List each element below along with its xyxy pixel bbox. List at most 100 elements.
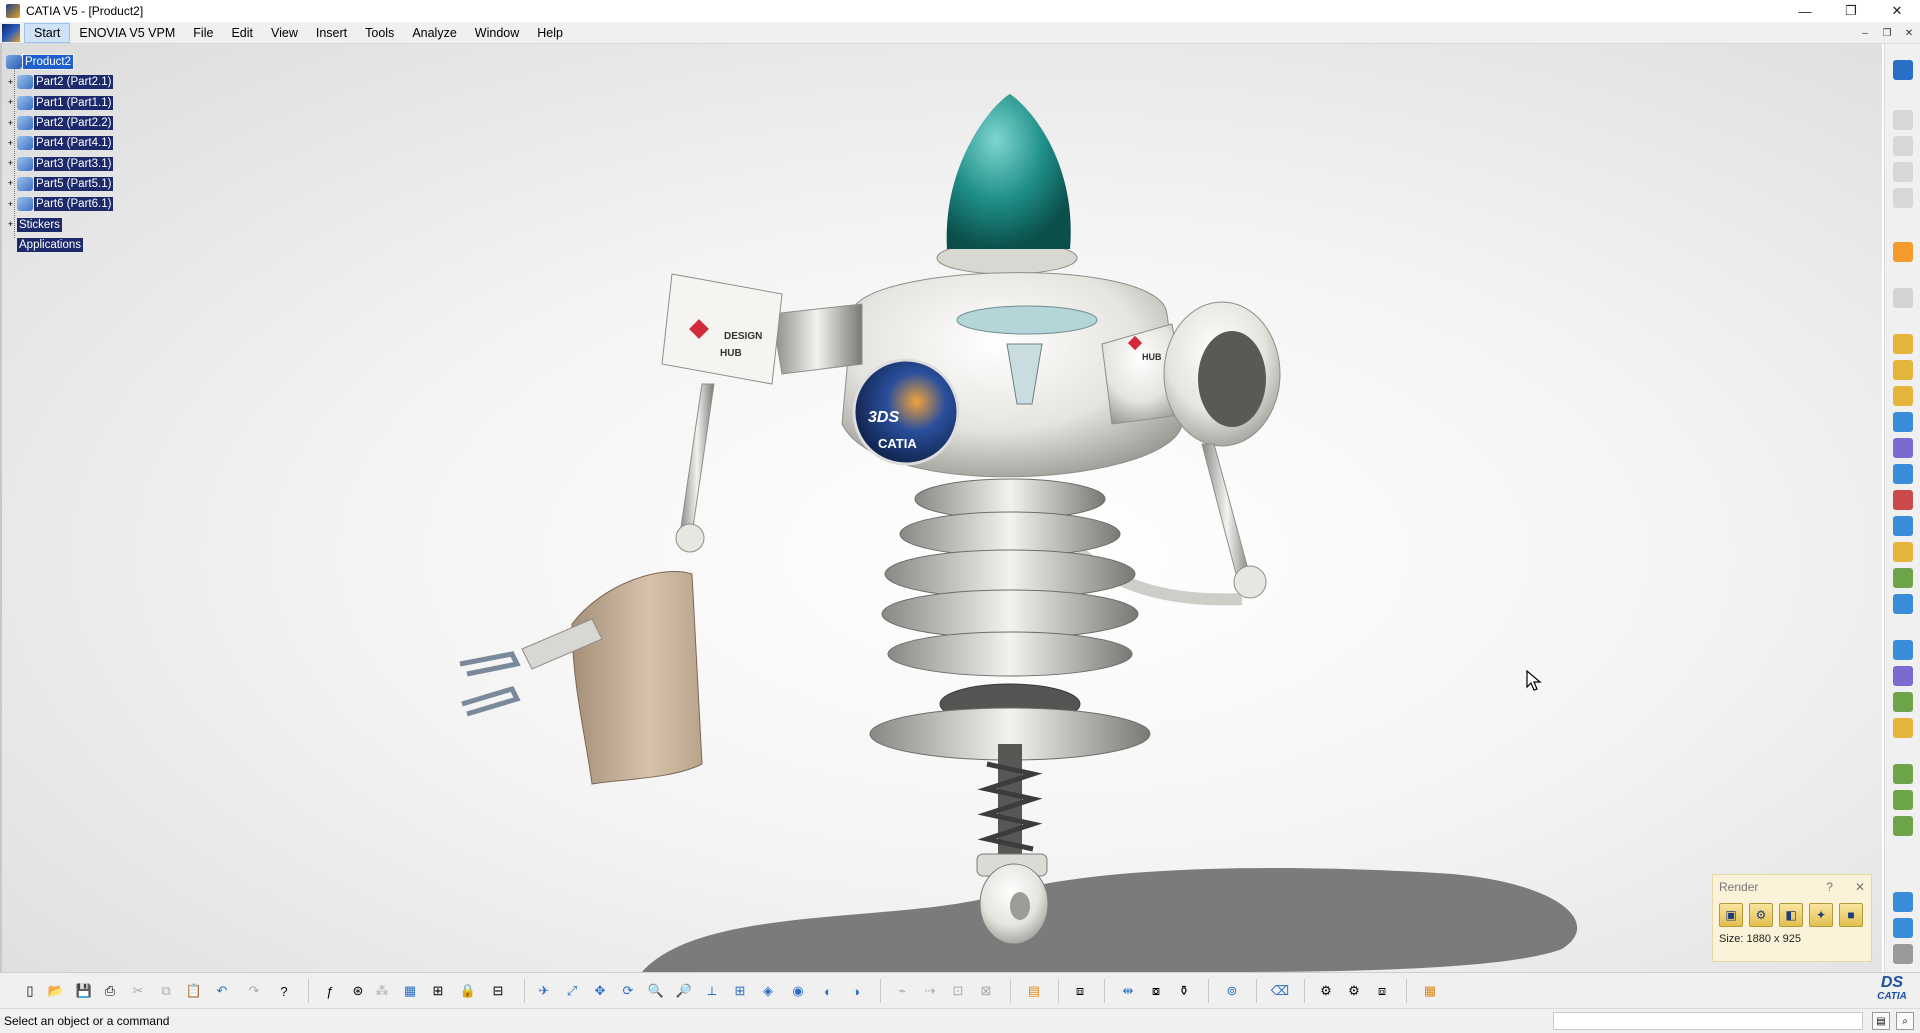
tree-applications-label[interactable]: Applications xyxy=(17,237,84,252)
space-analysis-icon[interactable] xyxy=(1893,640,1913,660)
explode-icon[interactable] xyxy=(1893,464,1913,484)
measure-icon[interactable] xyxy=(1893,594,1913,614)
tree-part-row[interactable]: + Part6 (Part6.1) xyxy=(6,194,114,214)
zoom-out-icon[interactable]: 🔎 xyxy=(674,981,694,1001)
tree-part-row[interactable]: + Part5 (Part5.1) xyxy=(6,174,114,194)
snapshot-icon[interactable]: ⊡ xyxy=(948,981,968,1001)
save-icon[interactable]: ■ xyxy=(1839,903,1863,927)
expand-icon[interactable]: + xyxy=(6,118,15,128)
snap-icon[interactable] xyxy=(1893,412,1913,432)
tree-part-label[interactable]: Part3 (Part3.1) xyxy=(34,156,114,171)
constraint-icon[interactable] xyxy=(1893,334,1913,354)
table-icon[interactable] xyxy=(1893,892,1913,912)
measure-item-icon[interactable]: ⧇ xyxy=(1146,981,1166,1001)
expand-icon[interactable]: + xyxy=(6,98,15,107)
menu-view[interactable]: View xyxy=(262,24,307,42)
arrow-icon[interactable]: ⇢ xyxy=(920,981,940,1001)
restore-button[interactable]: ❐ xyxy=(1828,0,1874,22)
render-shot-icon[interactable]: ▣ xyxy=(1719,903,1743,927)
hide-show-icon[interactable]: ◐ xyxy=(818,981,838,1001)
menu-help[interactable]: Help xyxy=(528,24,572,42)
sketch-icon[interactable]: ⌁ xyxy=(892,981,912,1001)
render-options-icon[interactable]: ⚙ xyxy=(1749,903,1773,927)
undo-icon[interactable]: ↶ xyxy=(212,981,232,1001)
cut-icon[interactable]: ✂ xyxy=(128,981,148,1001)
workbench-icon[interactable]: ⧈ xyxy=(1070,981,1090,1001)
expand-icon[interactable]: + xyxy=(6,77,15,87)
list-icon[interactable] xyxy=(1893,944,1913,964)
tree-part-row[interactable]: + Part2 (Part2.1) xyxy=(6,72,114,92)
design-table-icon[interactable]: ⊟ xyxy=(488,981,508,1001)
select-icon[interactable] xyxy=(1893,242,1913,262)
robot-3d-model[interactable]: 3DS CATIA DESIGN HUB HUB xyxy=(2,44,1882,972)
shading-icon[interactable]: ◉ xyxy=(788,981,808,1001)
paste-icon[interactable]: 📋 xyxy=(184,981,204,1001)
menu-analyze[interactable]: Analyze xyxy=(403,24,465,42)
normal-view-icon[interactable]: ⟂ xyxy=(702,981,722,1001)
tree-stickers-row[interactable]: + Stickers xyxy=(6,214,113,234)
close-button[interactable]: ✕ xyxy=(1874,0,1920,22)
menu-tools[interactable]: Tools xyxy=(356,24,403,42)
sync-icon[interactable]: ⊚ xyxy=(1222,981,1242,1001)
redo-icon[interactable]: ↷ xyxy=(244,981,264,1001)
render-panel-header[interactable]: Render ? ✕ xyxy=(1713,875,1871,899)
knowledge-icon[interactable]: ⊛ xyxy=(348,981,368,1001)
help-icon[interactable]: ? xyxy=(1826,880,1833,894)
tree-part-row[interactable]: + Part1 (Part1.1) xyxy=(6,93,114,113)
formula-icon[interactable]: ƒ xyxy=(320,981,340,1001)
eraser-icon[interactable]: ⌫ xyxy=(1270,981,1290,1001)
camera-icon[interactable] xyxy=(1893,816,1913,836)
save-icon[interactable]: 💾 xyxy=(74,981,94,1001)
environment-icon[interactable] xyxy=(1893,790,1913,810)
tree-tools-icon[interactable] xyxy=(1893,918,1913,938)
tree-part-label[interactable]: Part2 (Part2.2) xyxy=(34,116,114,131)
expand-icon[interactable]: + xyxy=(6,138,15,148)
tree-part-label[interactable]: Part6 (Part6.1) xyxy=(34,197,114,212)
catalog-icon[interactable] xyxy=(1893,568,1913,588)
product-structure-icon[interactable] xyxy=(1893,110,1913,130)
menu-file[interactable]: File xyxy=(184,24,222,42)
tree-part-row[interactable]: + Part4 (Part4.1) xyxy=(6,133,114,153)
tools-palette-icon[interactable]: ⧈ xyxy=(1372,981,1392,1001)
move-icon[interactable] xyxy=(1893,438,1913,458)
measure-between-icon[interactable]: ⇹ xyxy=(1118,981,1138,1001)
constraint-contact-icon[interactable] xyxy=(1893,386,1913,406)
clash-icon[interactable] xyxy=(1893,490,1913,510)
iso-view-icon[interactable]: ◈ xyxy=(758,981,778,1001)
sticker-icon[interactable] xyxy=(1893,718,1913,738)
render-scene-icon[interactable]: ◧ xyxy=(1779,903,1803,927)
expand-icon[interactable]: + xyxy=(6,159,15,168)
3d-viewport[interactable]: 3DS CATIA DESIGN HUB HUB Product2 + Part… xyxy=(0,44,1882,972)
expand-icon[interactable]: + xyxy=(6,199,15,209)
gears-icon[interactable] xyxy=(1893,60,1913,80)
tree-part-label[interactable]: Part4 (Part4.1) xyxy=(34,136,114,151)
tree-part-label[interactable]: Part5 (Part5.1) xyxy=(34,176,114,191)
start-menu-icon[interactable] xyxy=(2,23,20,42)
search-icon[interactable]: ⌕ xyxy=(1896,1012,1914,1030)
lock-icon[interactable]: 🔒 xyxy=(458,981,478,1001)
insert-part-icon[interactable] xyxy=(1893,188,1913,208)
annotation-icon[interactable] xyxy=(1893,516,1913,536)
render-studio-icon[interactable]: ✦ xyxy=(1809,903,1833,927)
close-icon[interactable]: ✕ xyxy=(1855,880,1865,894)
doc-minimize-button[interactable]: – xyxy=(1854,22,1876,44)
whats-this-icon[interactable]: ? xyxy=(274,981,294,1001)
cog-options-icon[interactable]: ⚙ xyxy=(1344,981,1364,1001)
minimize-button[interactable]: — xyxy=(1782,0,1828,22)
publication-icon[interactable]: ⊞ xyxy=(428,981,448,1001)
multi-view-icon[interactable]: ⊞ xyxy=(730,981,750,1001)
doc-restore-button[interactable]: ❐ xyxy=(1876,22,1898,44)
tree-root-row[interactable]: Product2 xyxy=(6,52,113,72)
tree-part-row[interactable]: + Part3 (Part3.1) xyxy=(6,153,114,173)
manipulate-icon[interactable] xyxy=(1893,288,1913,308)
tree-applications-row[interactable]: Applications xyxy=(6,235,113,255)
power-input-field[interactable] xyxy=(1553,1012,1863,1030)
measure-inertia-icon[interactable]: ⚱ xyxy=(1174,981,1194,1001)
expand-icon[interactable]: + xyxy=(6,220,15,229)
menu-edit[interactable]: Edit xyxy=(222,24,262,42)
expand-icon[interactable]: + xyxy=(6,179,15,188)
menu-insert[interactable]: Insert xyxy=(307,24,356,42)
grid-icon[interactable]: ▦ xyxy=(400,981,420,1001)
tree-part-label[interactable]: Part1 (Part1.1) xyxy=(34,95,114,110)
constraint-coincidence-icon[interactable] xyxy=(1893,360,1913,380)
